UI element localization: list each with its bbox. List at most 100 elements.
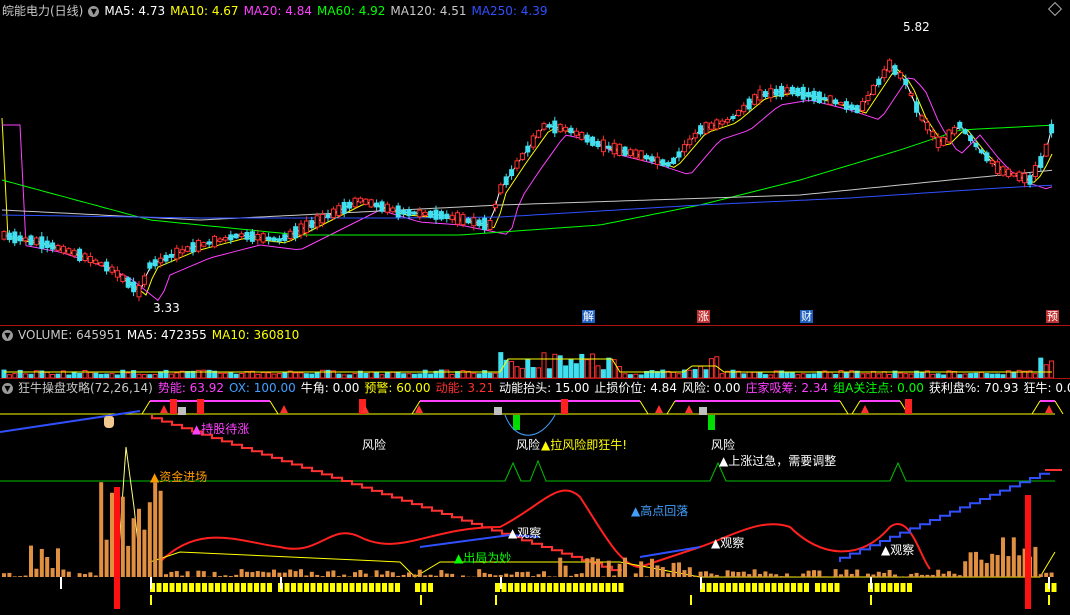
ma-legend-item: MA120: 4.51 [390,4,467,18]
circle-toggle-icon[interactable]: ▼ [2,330,13,341]
candle-body [773,88,779,96]
candle-body [1005,168,1011,177]
signal-block [382,583,387,592]
histogram-bar [137,508,141,577]
candle-body [579,131,585,140]
histogram-bar [806,570,811,577]
histogram-bar [914,572,919,577]
circle-toggle-icon[interactable]: ▼ [2,383,13,394]
signal-block [428,583,433,592]
signal-block [513,415,520,430]
event-marker[interactable]: 财 [800,310,813,323]
histogram-bar [77,573,82,577]
indicator-legend-item: 牛角: 0.00 [300,381,360,395]
signal-block [540,583,546,592]
indicator-legend-item: 庄家吸筹: 2.34 [745,381,829,395]
histogram-bar [801,573,806,577]
candle-body [104,261,110,272]
histogram-bar [347,576,352,577]
signal-block [254,583,259,592]
histogram-bar [439,570,444,577]
volume-bar [573,363,579,379]
histogram-bar [61,569,66,577]
diamond-icon[interactable] [1047,1,1063,17]
candle-body [854,105,860,114]
candle-body [1038,156,1044,168]
histogram-bar [498,575,503,577]
candle-body [1043,143,1049,157]
histogram-bar [525,571,530,577]
signal-block [900,583,906,592]
candle-body [984,152,990,162]
signal-tick [690,595,692,605]
circle-toggle-icon[interactable]: ▼ [88,6,100,17]
price-chart[interactable] [0,20,1070,325]
signal-block [202,583,207,592]
candle-body [692,132,698,139]
candle-body [249,231,255,242]
volume-bar [687,369,693,379]
histogram-bar [822,576,827,577]
indicator-legend-item: 势能: 63.92 [157,381,225,395]
indicator-legend-item: 动能抬头: 15.00 [499,381,590,395]
histogram-bar [228,576,233,577]
candle-body [71,249,77,257]
arrow-mark [280,405,288,413]
candle-body [206,241,212,245]
volume-bar [541,352,547,379]
signal-block [566,583,572,592]
volume-chart[interactable] [0,344,1070,379]
indicator-legend-item: 狂牛: 0.00 [1023,381,1070,395]
candle-body [687,138,693,146]
histogram-bar [272,569,276,577]
candle-body [141,275,147,285]
candle-body [838,102,844,106]
candle-body [951,126,957,135]
signal-edge [639,400,649,415]
candle-body [995,161,1001,174]
signal-block [215,583,220,592]
candle-body [638,150,644,161]
candle-body [293,226,299,239]
candle-body [827,95,833,105]
signal-block [189,583,194,592]
indicator-legend-item: 预警: 60.00 [364,381,431,395]
indicator-annotation: 风险 [516,438,541,452]
signal-block [208,583,214,592]
candle-body [903,78,909,85]
event-marker[interactable]: 预 [1046,310,1059,323]
histogram-bar [477,569,482,577]
volume-bar [201,369,207,379]
histogram-bar [909,574,914,577]
histogram-bar [196,570,201,577]
candle-body [222,236,228,241]
candle-body [125,277,131,288]
stock-title[interactable]: 皖能电力(日线) [2,4,83,18]
histogram-bar [164,574,168,577]
histogram-bar [428,574,433,577]
event-marker[interactable]: 涨 [697,310,710,323]
histogram-bar [110,492,114,577]
indicator-chart[interactable] [0,397,1070,615]
candle-body [444,213,450,220]
histogram-bar [34,568,39,577]
signal-tick [700,577,702,589]
candle-body [228,234,234,241]
signal-block [494,407,502,415]
histogram-bar [601,576,606,577]
event-marker[interactable]: 解 [582,310,595,323]
candle-body [719,120,725,125]
signal-block [415,583,420,592]
volume-bar [1049,360,1055,379]
candle-body [433,209,439,220]
ma-legend-item: MA5: 4.73 [104,4,166,18]
candle-body [109,266,115,273]
signal-block [521,583,526,592]
signal-tick [60,577,62,589]
histogram-bar [563,565,568,577]
histogram-bar [185,571,190,577]
volume-bar [422,369,428,379]
candle-body [282,234,288,241]
ma-legend-item: MA20: 4.84 [243,4,312,18]
histogram-bar [984,563,989,577]
